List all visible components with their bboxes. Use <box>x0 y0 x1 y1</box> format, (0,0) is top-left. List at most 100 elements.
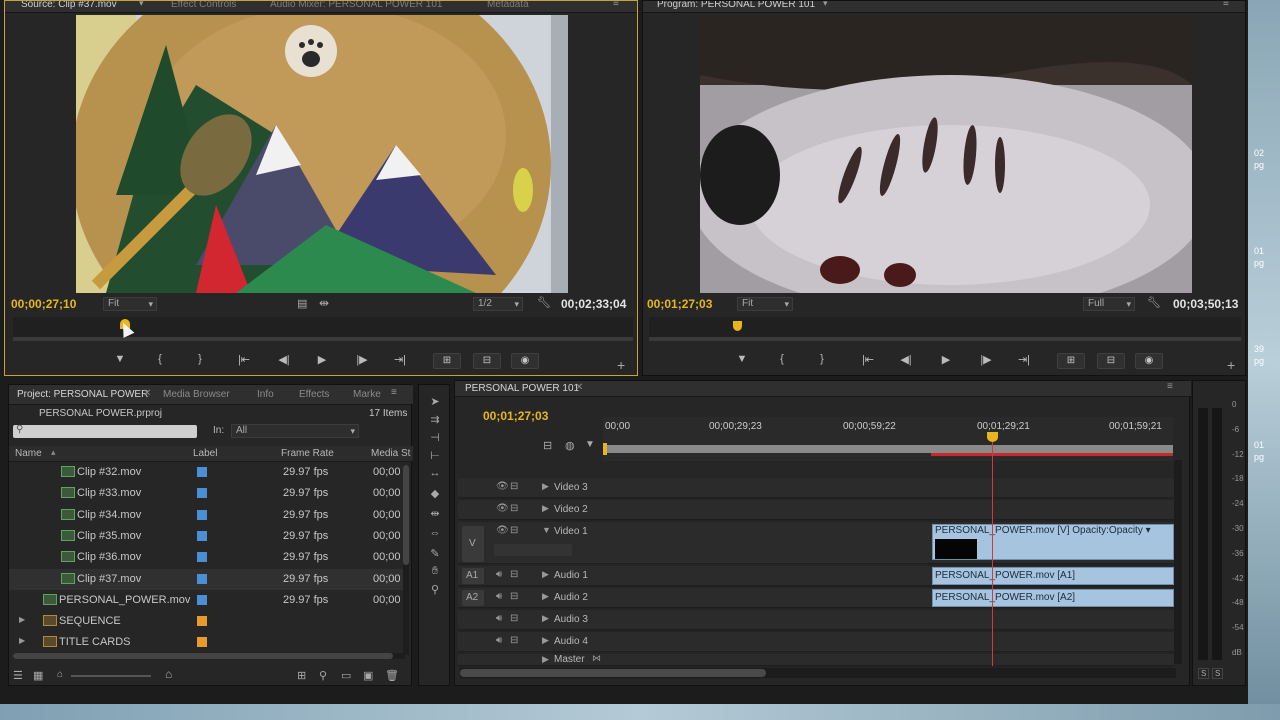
timeline-v-scrollbar[interactable] <box>1174 460 1182 664</box>
step-back-icon[interactable]: ◀| <box>275 353 293 366</box>
program-resolution-select[interactable]: Full <box>1083 297 1135 311</box>
collapse-icon[interactable]: ▼ <box>542 525 551 535</box>
project-h-scrollbar[interactable] <box>13 653 405 659</box>
panel-menu-icon[interactable]: ≡ <box>1167 381 1173 392</box>
zoom-tool-icon[interactable]: ⚲ <box>427 583 443 597</box>
automate-icon[interactable]: ⊞ <box>297 669 306 682</box>
list-item[interactable]: ▶ SEQUENCE <box>9 611 405 632</box>
col-label[interactable]: Label <box>193 448 217 459</box>
program-timecode[interactable]: 00;01;27;03 <box>647 297 712 311</box>
speaker-icon[interactable]: 🔊︎ <box>496 613 502 624</box>
mark-out-icon[interactable]: } <box>191 353 209 365</box>
expand-icon[interactable]: ▶ <box>542 569 549 580</box>
go-to-out-icon[interactable]: ⇥| <box>391 353 409 366</box>
razor-tool-icon[interactable]: ◆ <box>427 487 443 501</box>
sort-icon[interactable]: ▴ <box>51 447 56 458</box>
label-swatch[interactable] <box>197 509 207 520</box>
tab-project[interactable]: Project: PERSONAL POWER <box>17 389 148 400</box>
list-item[interactable]: Clip #33.mov 29.97 fps 00;00 <box>9 483 405 504</box>
settings-icon[interactable]: ▤ <box>297 297 307 310</box>
selection-tool-icon[interactable]: ➤ <box>427 395 443 409</box>
drag-video-icon[interactable]: ⇹ <box>319 296 329 310</box>
expand-icon[interactable]: ▶ <box>19 615 25 624</box>
rolling-edit-tool-icon[interactable]: ⊢ <box>427 449 443 463</box>
panel-menu-icon[interactable]: ≡ <box>613 1 619 9</box>
col-name[interactable]: Name <box>15 448 42 459</box>
col-frame-rate[interactable]: Frame Rate <box>281 448 334 459</box>
solo-left-button[interactable]: S <box>1198 668 1210 679</box>
eye-icon[interactable]: 👁︎ <box>496 481 509 492</box>
panel-menu-icon[interactable]: ≡ <box>1223 1 1229 9</box>
timeline-playhead-handle[interactable] <box>987 432 998 442</box>
go-to-in-icon[interactable]: |⇤ <box>235 353 253 366</box>
pen-tool-icon[interactable]: ✎ <box>427 547 443 561</box>
zoom-in-icon[interactable]: ⌂ <box>165 667 172 681</box>
track-select-tool-icon[interactable]: ⇉ <box>427 413 443 427</box>
list-item[interactable]: PERSONAL_POWER.mov 29.97 fps 00;00 <box>9 590 405 611</box>
time-ruler[interactable]: 00;00 00;00;29;23 00;00;59;22 00;01;29;2… <box>603 417 1173 461</box>
search-input[interactable]: ⚲ <box>13 424 197 438</box>
slip-tool-icon[interactable]: ⇹ <box>427 507 443 521</box>
snap-icon[interactable]: ⊟ <box>543 439 552 452</box>
tab-effects[interactable]: Effects <box>299 389 329 400</box>
label-swatch[interactable] <box>197 594 207 605</box>
zoom-slider[interactable] <box>71 675 151 677</box>
source-patch-v[interactable]: V <box>462 526 484 562</box>
audio-clip-a1[interactable]: PERSONAL_POWER.mov [A1] <box>932 567 1174 585</box>
col-media-start[interactable]: Media St <box>371 448 410 459</box>
program-playhead[interactable] <box>732 321 742 331</box>
timeline-h-scrollbar[interactable] <box>460 668 1176 678</box>
work-area-start[interactable] <box>603 443 607 455</box>
overwrite-button[interactable]: ⊟ <box>473 353 501 369</box>
speaker-icon[interactable]: 🔊︎ <box>496 569 502 580</box>
keyframe-icon[interactable]: ◍ <box>565 439 575 452</box>
export-frame-button[interactable]: ◉ <box>511 353 539 369</box>
lock-icon[interactable]: ⊟ <box>510 525 518 536</box>
close-icon[interactable]: ✕ <box>143 388 151 399</box>
list-item[interactable]: Clip #37.mov 29.97 fps 00;00 <box>9 568 405 590</box>
list-item[interactable]: Clip #35.mov 29.97 fps 00;00 <box>9 526 405 547</box>
speaker-icon[interactable]: 🔊︎ <box>496 635 502 646</box>
source-zoom-select[interactable]: Fit <box>103 297 157 311</box>
mark-in-icon[interactable]: { <box>151 353 169 365</box>
close-icon[interactable]: ✕ <box>575 382 583 393</box>
add-button-icon[interactable]: + <box>617 357 625 373</box>
mark-out-icon[interactable]: } <box>813 353 831 365</box>
source-patch-a1[interactable]: A1 <box>462 568 484 584</box>
source-timecode-in[interactable]: 00;00;27;10 <box>11 297 76 311</box>
solo-right-button[interactable]: S <box>1212 668 1224 679</box>
eye-icon[interactable]: 👁︎ <box>496 503 509 514</box>
timeline-playhead[interactable] <box>992 432 993 666</box>
master-mute-icon[interactable]: ⋈ <box>592 654 601 664</box>
lift-button[interactable]: ⊞ <box>1057 353 1085 369</box>
list-view-icon[interactable]: ☰ <box>13 669 23 682</box>
hand-tool-icon[interactable]: ✋︎ <box>427 565 443 579</box>
export-frame-button[interactable]: ◉ <box>1135 353 1163 369</box>
speaker-icon[interactable]: 🔊︎ <box>496 591 502 602</box>
wrench-icon[interactable]: 🔧︎ <box>1147 296 1161 309</box>
panel-menu-icon[interactable]: ≡ <box>391 387 397 398</box>
program-scrubber[interactable] <box>649 317 1241 341</box>
add-button-icon[interactable]: + <box>1227 357 1235 373</box>
ripple-edit-tool-icon[interactable]: ⊣ <box>427 431 443 445</box>
go-to-out-icon[interactable]: ⇥| <box>1015 353 1033 366</box>
expand-icon[interactable]: ▶ <box>542 635 549 646</box>
expand-icon[interactable]: ▶ <box>542 481 549 492</box>
chevron-down-icon[interactable]: ▾ <box>139 1 144 9</box>
work-area-bar[interactable] <box>603 445 1173 453</box>
step-forward-icon[interactable]: |▶ <box>353 353 371 366</box>
list-item[interactable]: Clip #36.mov 29.97 fps 00;00 <box>9 547 405 568</box>
expand-icon[interactable]: ▶ <box>542 503 549 514</box>
trash-icon[interactable]: 🗑︎ <box>385 669 399 682</box>
source-resolution-select[interactable]: 1/2 <box>473 297 523 311</box>
play-icon[interactable]: ▶ <box>313 353 331 366</box>
play-icon[interactable]: ▶ <box>937 353 955 366</box>
rate-stretch-tool-icon[interactable]: ↔ <box>427 467 443 481</box>
slide-tool-icon[interactable]: ⇔ <box>427 527 443 541</box>
keyframe-controls[interactable] <box>494 544 572 556</box>
add-marker-icon[interactable]: ▼ <box>111 353 129 365</box>
chevron-down-icon[interactable]: ▾ <box>823 1 828 9</box>
new-item-icon[interactable]: ▣ <box>363 669 373 682</box>
expand-icon[interactable]: ▶ <box>19 636 25 645</box>
lock-icon[interactable]: ⊟ <box>510 503 518 514</box>
